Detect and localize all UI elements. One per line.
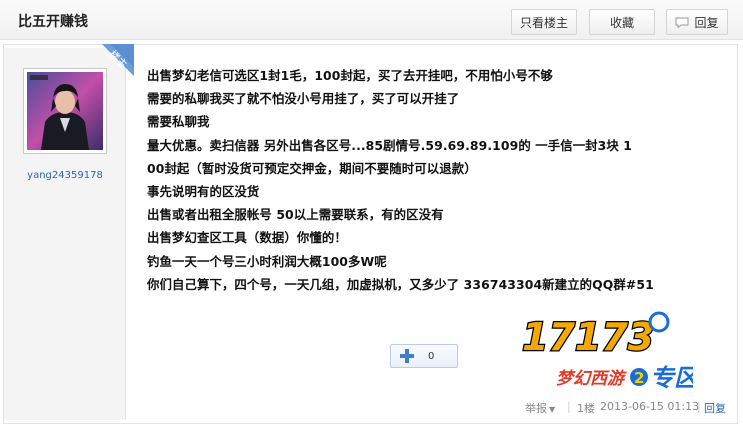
thread-title: 比五开赚钱 [18, 14, 88, 30]
speech-bubble-icon [675, 17, 689, 28]
post-line: 需要的私聊我买了就不怕没小号用挂了，买了可以开挂了 [147, 91, 460, 107]
logo-num: 2 [634, 369, 644, 387]
logo-subtitle: 梦幻西游 [556, 369, 627, 389]
thread-header: 比五开赚钱 只看楼主 收藏 回复 [0, 0, 743, 40]
search-icon [648, 311, 670, 333]
op-badge: 楼主 [92, 44, 134, 84]
site-logo: 17173 梦幻西游 2 专区 [518, 310, 703, 393]
divider: | [697, 400, 701, 413]
post-line: 00封起（暂时没货可预定交押金，期间不要随时可以退款） [147, 160, 477, 176]
post-line: 钓鱼一天一个号三小时利润大概100多W呢 [147, 253, 387, 269]
caret-down-icon: ▼ [549, 405, 556, 414]
post-datetime: 2013-06-15 01:13 [600, 400, 700, 413]
vote-count: 0 [428, 350, 435, 362]
floor-number: 1楼 [577, 402, 595, 415]
post-line: 量大优惠。卖扫信器 另外出售各区号...85剧情号.59.69.89.109的 … [147, 137, 633, 153]
favorite-button[interactable]: 收藏 [589, 9, 655, 35]
post-line: 出售梦幻查区工具（数据）你懂的！ [147, 230, 347, 246]
post-line: 你们自己算下，四个号，一天几组，加虚拟机，又多少了 336743304新建立的Q… [147, 276, 654, 292]
logo-number: 17173 [522, 315, 654, 359]
post-body: 出售梦幻老信可选区1封1毛，100封起，买了去开挂吧，不用怕小号不够 需要的私聊… [147, 66, 737, 298]
reply-button-label: 回复 [694, 15, 719, 30]
post-line: 出售或者出租全服帐号 50以上需要联系，有的区没有 [147, 207, 444, 223]
post-footer: 举报 ▼ | 1楼 2013-06-15 01:13 | 回复 [0, 400, 743, 416]
floor-reply-link[interactable]: 回复 [704, 400, 726, 416]
only-author-button[interactable]: 只看楼主 [511, 9, 577, 35]
post-line: 需要私聊我 [147, 114, 210, 130]
divider: | [567, 400, 571, 413]
logo-zone: 专区 [650, 364, 693, 392]
author-username[interactable]: yang24359178 [0, 170, 130, 181]
plus-icon [400, 349, 414, 363]
report-link[interactable]: 举报 ▼ [525, 400, 555, 416]
vote-button[interactable]: 0 [390, 344, 458, 368]
post-line: 出售梦幻老信可选区1封1毛，100封起，买了去开挂吧，不用怕小号不够 [147, 68, 553, 83]
post-line: 事先说明有的区没货 [147, 183, 260, 199]
reply-button[interactable]: 回复 [666, 9, 728, 35]
report-label: 举报 [525, 402, 547, 415]
